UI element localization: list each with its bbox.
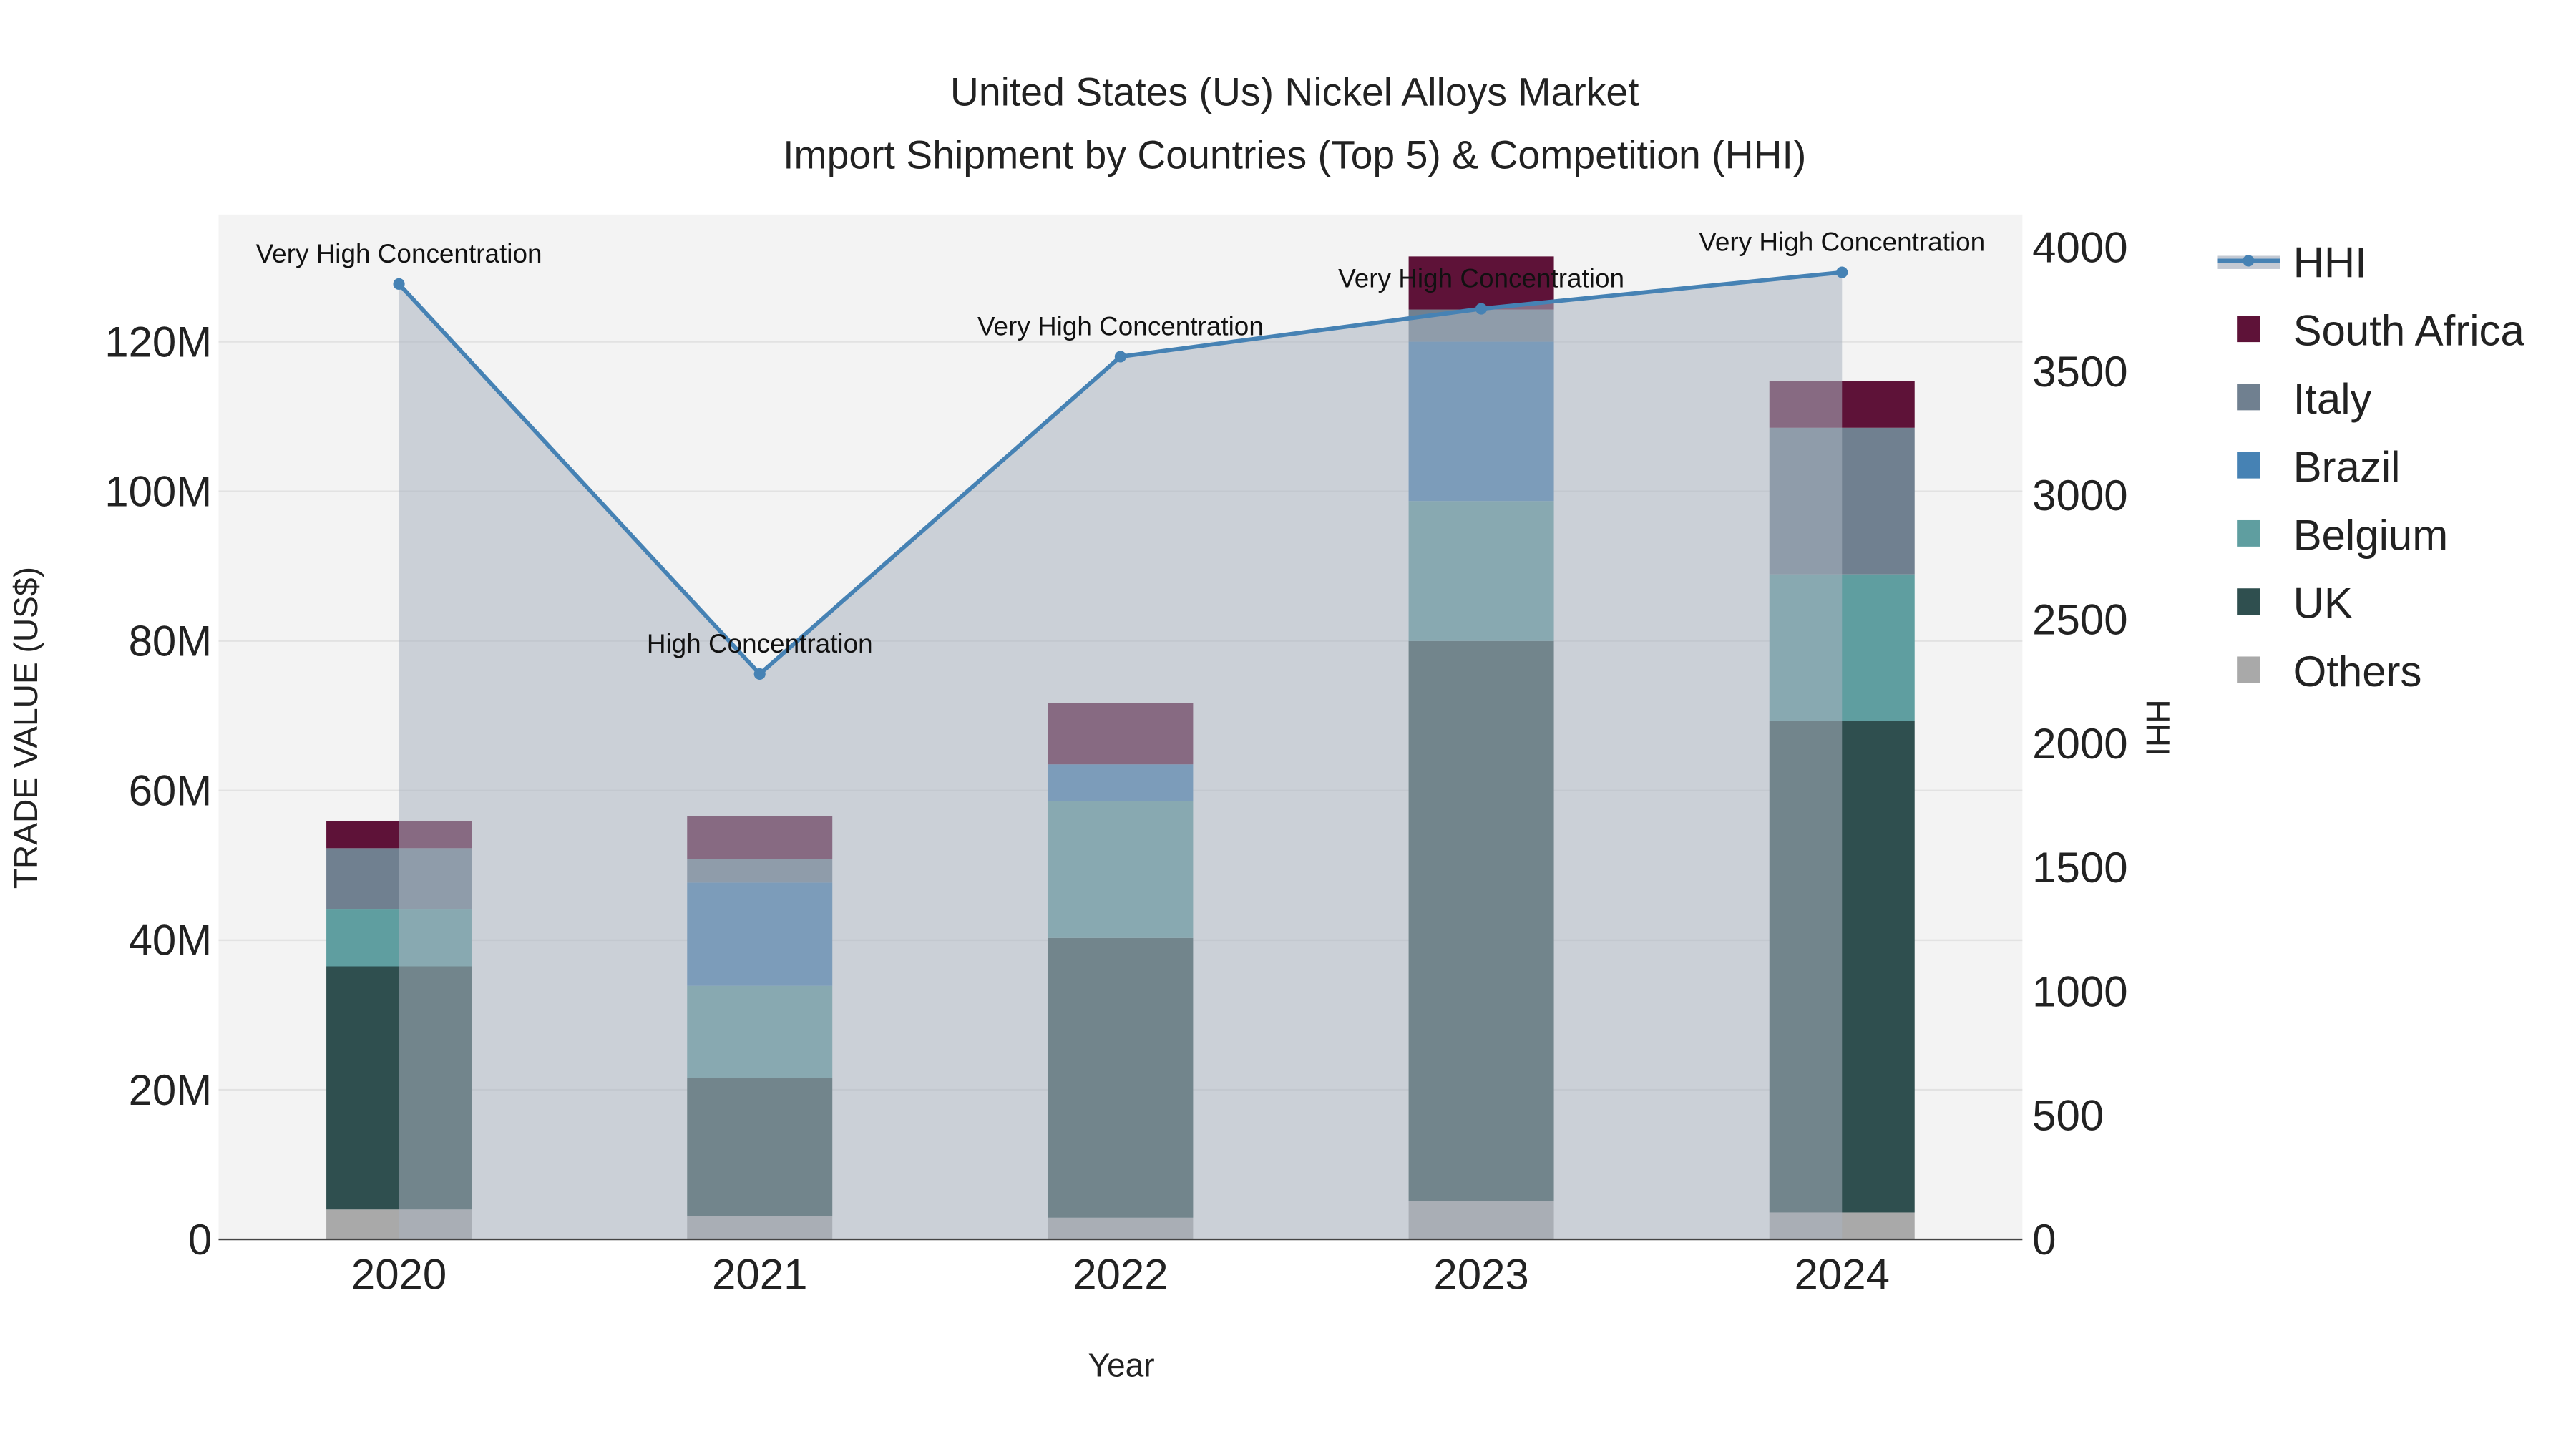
x-tick-label: 2024 <box>1795 1250 1890 1298</box>
y-tick-label: 40M <box>129 917 213 965</box>
legend-swatch <box>2237 384 2260 411</box>
y-tick-label: 80M <box>129 617 213 665</box>
x-tick-label: 2023 <box>1433 1250 1528 1298</box>
hhi-point <box>753 668 766 680</box>
legend-swatch <box>2237 452 2260 479</box>
y-tick-label: 120M <box>104 318 212 366</box>
hhi-annotation: Very High Concentration <box>256 239 542 268</box>
x-tick-label: 2021 <box>712 1250 807 1298</box>
hhi-annotation: High Concentration <box>647 629 873 658</box>
x-tick-label: 2022 <box>1073 1250 1168 1298</box>
hhi-point <box>1114 351 1126 363</box>
legend-label: Brazil <box>2293 443 2401 491</box>
y2-tick-label: 3000 <box>2032 472 2127 519</box>
hhi-point <box>393 278 405 290</box>
y-tick-label: 60M <box>129 767 213 815</box>
chart: United States (Us) Nickel Alloys Market … <box>1 0 2575 1449</box>
x-tick-label: 2020 <box>351 1250 447 1298</box>
hhi-annotation: Very High Concentration <box>977 311 1264 341</box>
y2-tick-label: 4000 <box>2032 224 2127 272</box>
legend-label: South Africa <box>2293 307 2525 355</box>
y2-tick-label: 0 <box>2032 1216 2056 1264</box>
y-axis-title: TRADE VALUE (US$) <box>7 567 44 889</box>
x-axis-title: Year <box>1088 1347 1154 1384</box>
y-tick-label: 100M <box>104 467 212 515</box>
legend-label: UK <box>2293 580 2353 628</box>
legend-hhi-marker <box>2243 255 2255 267</box>
legend-label: HHI <box>2293 238 2367 286</box>
y2-tick-label: 1000 <box>2032 967 2127 1015</box>
legend-swatch <box>2237 316 2260 343</box>
legend-label: Others <box>2293 648 2422 696</box>
hhi-point <box>1836 266 1848 278</box>
y-tick-label: 20M <box>129 1066 213 1114</box>
legend-label: Italy <box>2293 375 2372 423</box>
hhi-annotation: Very High Concentration <box>1699 228 1985 257</box>
y2-tick-label: 1500 <box>2032 844 2127 892</box>
legend-swatch <box>2237 588 2260 615</box>
legend-swatch <box>2237 519 2260 547</box>
y2-tick-label: 500 <box>2032 1092 2104 1140</box>
y2-tick-label: 2000 <box>2032 720 2127 768</box>
y-tick-label: 0 <box>188 1216 212 1264</box>
y2-tick-label: 2500 <box>2032 595 2127 643</box>
legend-label: Belgium <box>2293 511 2449 559</box>
chart-subtitle: Import Shipment by Countries (Top 5) & C… <box>783 132 1806 177</box>
y2-axis-title: HHI <box>2139 699 2176 756</box>
chart-title: United States (Us) Nickel Alloys Market <box>950 70 1639 114</box>
y2-tick-label: 3500 <box>2032 348 2127 396</box>
legend-swatch <box>2237 656 2260 683</box>
hhi-point <box>1475 303 1488 315</box>
hhi-annotation: Very High Concentration <box>1338 264 1624 293</box>
